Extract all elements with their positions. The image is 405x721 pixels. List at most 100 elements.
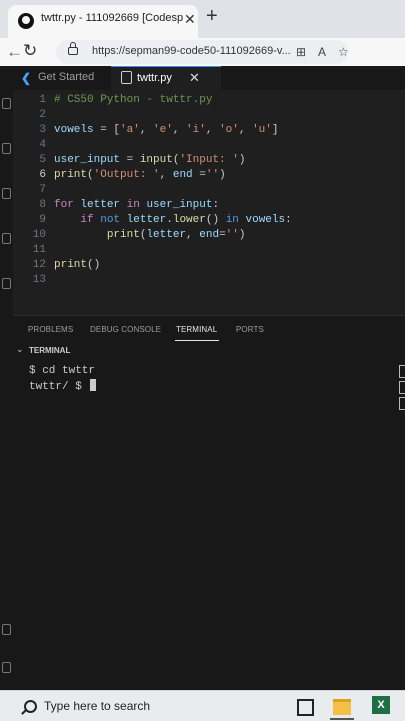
taskbar-search-box[interactable]: Type here to search (44, 699, 150, 713)
explorer-icon[interactable] (2, 98, 11, 109)
code-text[interactable]: vowels = ['a', 'e', 'i', 'o', 'u'] (54, 123, 279, 138)
line-number: 13 (32, 274, 46, 286)
code-token: input (139, 154, 173, 166)
code-line[interactable]: 11 (13, 243, 405, 258)
code-text[interactable]: # CS50 Python - twttr.py (54, 93, 212, 108)
code-line[interactable]: 6 print('Output: ', end ='') (13, 168, 405, 183)
chevron-down-icon[interactable]: ⌄ (16, 344, 24, 355)
code-line[interactable]: 4 (13, 138, 405, 153)
line-number: 4 (39, 139, 46, 151)
manage-gear-icon[interactable] (2, 662, 11, 673)
code-token: letter (80, 199, 121, 211)
code-token: letter (126, 214, 167, 226)
code-line[interactable]: 7 (13, 183, 405, 198)
panel-tabs: PROBLEMS DEBUG CONSOLE TERMINAL PORTS (13, 315, 405, 342)
terminal-prompt-line: twttr/ $ (29, 379, 97, 393)
code-token: : (285, 214, 292, 226)
code-token: print (54, 259, 88, 271)
url-text[interactable]: https://sepman99-code50-111092669-v... (92, 45, 292, 57)
run-debug-icon[interactable] (2, 233, 11, 244)
task-view-icon[interactable] (297, 699, 314, 716)
tab-problems[interactable]: PROBLEMS (28, 325, 73, 334)
search-view-icon[interactable] (2, 143, 11, 154)
code-line[interactable]: 3 vowels = ['a', 'e', 'i', 'o', 'u'] (13, 123, 405, 138)
accounts-icon[interactable] (2, 624, 11, 635)
code-line[interactable]: 2 (13, 108, 405, 123)
code-line[interactable]: 13 (13, 273, 405, 288)
browser-tab[interactable]: twttr.py - 111092669 [Codespace ✕ (8, 5, 198, 38)
code-token: = (120, 154, 140, 166)
code-token: ] (271, 124, 279, 136)
code-token: ) (238, 154, 246, 166)
line-number: 2 (39, 109, 46, 121)
code-token: vowels (245, 214, 286, 226)
read-aloud-icon[interactable]: A (318, 45, 326, 59)
file-explorer-icon[interactable] (333, 699, 351, 715)
excel-icon[interactable]: X (372, 696, 390, 714)
new-tab-button[interactable]: + (206, 6, 218, 26)
tab-debug-console[interactable]: DEBUG CONSOLE (90, 325, 161, 334)
code-text[interactable]: for letter in user_input: (54, 198, 219, 213)
code-text[interactable]: user_input = input('Input: ') (54, 153, 245, 168)
tab-label: Get Started (38, 71, 95, 83)
code-token: not (100, 214, 121, 226)
code-line[interactable]: 5 user_input = input('Input: ') (13, 153, 405, 168)
terminal-instance-icon[interactable] (399, 365, 405, 378)
tab-ports[interactable]: PORTS (236, 325, 264, 334)
search-icon[interactable] (24, 700, 37, 713)
code-text[interactable]: if not letter.lower() in vowels: (54, 213, 292, 228)
code-editor[interactable]: 1 # CS50 Python - twttr.py 2 3 vowels = ['a'… (13, 90, 405, 345)
code-token: ( (87, 169, 94, 181)
code-line[interactable]: 8 for letter in user_input: (13, 198, 405, 213)
code-line[interactable]: 9 if not letter.lower() in vowels: (13, 213, 405, 228)
close-icon[interactable]: ✕ (189, 70, 200, 86)
code-token: user_input (54, 154, 121, 166)
code-line[interactable]: 10 print(letter, end='') (13, 228, 405, 243)
line-number: 3 (39, 124, 46, 136)
code-token: '' (225, 229, 239, 241)
refresh-icon[interactable]: ↻ (23, 41, 37, 61)
code-token: , (205, 124, 220, 136)
github-icon (18, 13, 34, 29)
lock-icon[interactable] (68, 42, 78, 55)
code-token: letter (146, 229, 187, 241)
favorite-icon[interactable]: ☆ (338, 45, 349, 59)
address-bar: ← ↻ https://sepman99-code50-111092669-v.… (0, 38, 405, 67)
tab-twttr-py[interactable]: twttr.py ✕ (111, 66, 221, 91)
url-field[interactable]: https://sepman99-code50-111092669-v... ⊞… (56, 40, 349, 64)
line-number: 11 (32, 244, 46, 256)
extensions-icon[interactable] (2, 278, 11, 289)
code-token: vowels (54, 124, 94, 136)
code-line[interactable]: 12 print() (13, 258, 405, 273)
terminal-instance-icon[interactable] (399, 381, 405, 394)
line-number: 12 (32, 259, 46, 271)
tab-get-started[interactable]: ❮ Get Started (13, 66, 111, 90)
code-text[interactable]: print(letter, end='') (54, 228, 246, 243)
code-line[interactable]: 1 # CS50 Python - twttr.py (13, 93, 405, 108)
code-token: # CS50 Python - twttr.py (54, 94, 213, 106)
code-token: ) (219, 169, 226, 181)
code-token: , (172, 124, 187, 136)
back-arrow-icon[interactable]: ← (6, 42, 23, 62)
terminal-section-header[interactable]: ⌄ TERMINAL (13, 342, 405, 360)
code-token: 'Output: ' (93, 169, 160, 181)
browser-tab-title: twttr.py - 111092669 [Codespace (41, 12, 183, 24)
code-token: lower (172, 214, 206, 226)
source-control-icon[interactable] (2, 188, 11, 199)
terminal-instance-icon[interactable] (399, 397, 405, 410)
tab-terminal[interactable]: TERMINAL (176, 325, 217, 334)
code-token: end (199, 229, 220, 241)
code-text[interactable]: print() (54, 258, 100, 273)
code-text[interactable]: print('Output: ', end ='') (54, 168, 226, 183)
close-tab-icon[interactable]: ✕ (184, 11, 196, 28)
code-token: , (186, 229, 200, 241)
code-token: in (126, 199, 140, 211)
terminal[interactable]: $ cd twttr twttr/ $ (13, 360, 405, 690)
terminal-cursor (90, 379, 97, 391)
apps-icon[interactable]: ⊞ (296, 45, 306, 59)
vscode-icon: ❮ (21, 71, 32, 85)
code-token: : (212, 199, 220, 211)
